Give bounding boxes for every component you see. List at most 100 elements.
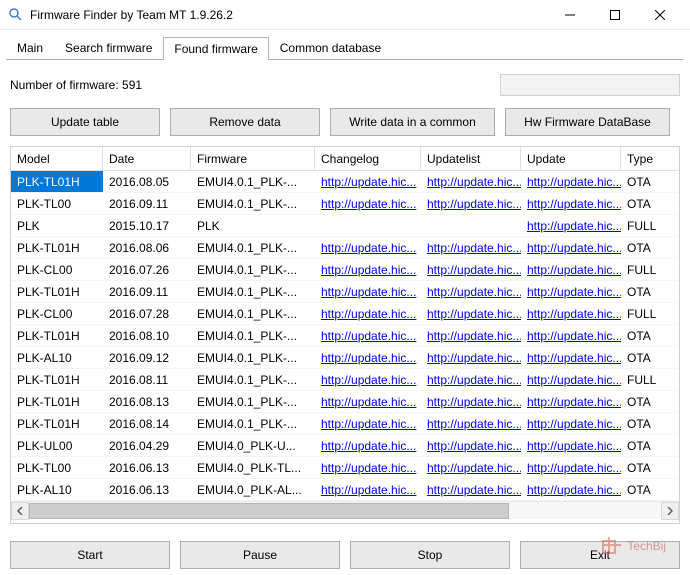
cell-update[interactable]: http://update.hic... <box>521 259 621 280</box>
scroll-right-arrow[interactable] <box>661 502 679 520</box>
minimize-button[interactable] <box>547 0 592 30</box>
cell-update-link[interactable]: http://update.hic... <box>527 241 621 255</box>
cell-updatelist[interactable]: http://update.hic... <box>421 303 521 324</box>
cell-update-link[interactable]: http://update.hic... <box>527 197 621 211</box>
cell-update[interactable]: http://update.hic... <box>521 171 621 192</box>
cell-changelog[interactable] <box>315 215 421 236</box>
table-row[interactable]: PLK-UL002016.04.29EMUI4.0_PLK-U...http:/… <box>11 435 679 457</box>
scroll-left-arrow[interactable] <box>11 502 29 520</box>
col-header-date[interactable]: Date <box>103 147 191 170</box>
cell-changelog[interactable]: http://update.hic... <box>315 171 421 192</box>
cell-updatelist[interactable]: http://update.hic... <box>421 325 521 346</box>
start-button[interactable]: Start <box>10 541 170 569</box>
cell-changelog[interactable]: http://update.hic... <box>315 413 421 434</box>
cell-update[interactable]: http://update.hic... <box>521 391 621 412</box>
tab-common-database[interactable]: Common database <box>269 36 392 59</box>
cell-update[interactable]: http://update.hic... <box>521 347 621 368</box>
table-row[interactable]: PLK-TL01H2016.08.11EMUI4.0.1_PLK-...http… <box>11 369 679 391</box>
cell-changelog-link[interactable]: http://update.hic... <box>321 417 416 431</box>
col-header-model[interactable]: Model <box>11 147 103 170</box>
cell-changelog-link[interactable]: http://update.hic... <box>321 241 416 255</box>
cell-updatelist[interactable]: http://update.hic... <box>421 237 521 258</box>
update-table-button[interactable]: Update table <box>10 108 160 136</box>
cell-update-link[interactable]: http://update.hic... <box>527 219 621 233</box>
cell-updatelist[interactable] <box>421 215 521 236</box>
cell-changelog-link[interactable]: http://update.hic... <box>321 439 416 453</box>
cell-updatelist-link[interactable]: http://update.hic... <box>427 373 521 387</box>
cell-updatelist[interactable]: http://update.hic... <box>421 171 521 192</box>
tab-search-firmware[interactable]: Search firmware <box>54 36 163 59</box>
cell-updatelist-link[interactable]: http://update.hic... <box>427 461 521 475</box>
cell-changelog-link[interactable]: http://update.hic... <box>321 285 416 299</box>
cell-updatelist-link[interactable]: http://update.hic... <box>427 307 521 321</box>
cell-changelog-link[interactable]: http://update.hic... <box>321 373 416 387</box>
table-row[interactable]: PLK-AL102016.06.13EMUI4.0_PLK-AL...http:… <box>11 479 679 501</box>
cell-changelog[interactable]: http://update.hic... <box>315 391 421 412</box>
cell-update[interactable]: http://update.hic... <box>521 193 621 214</box>
stop-button[interactable]: Stop <box>350 541 510 569</box>
cell-updatelist-link[interactable]: http://update.hic... <box>427 483 521 497</box>
table-row[interactable]: PLK-TL01H2016.08.06EMUI4.0.1_PLK-...http… <box>11 237 679 259</box>
tab-found-firmware[interactable]: Found firmware <box>163 37 268 60</box>
cell-updatelist-link[interactable]: http://update.hic... <box>427 197 521 211</box>
write-common-button[interactable]: Write data in a common <box>330 108 495 136</box>
table-row[interactable]: PLK-TL01H2016.08.13EMUI4.0.1_PLK-...http… <box>11 391 679 413</box>
col-header-update[interactable]: Update <box>521 147 621 170</box>
cell-updatelist-link[interactable]: http://update.hic... <box>427 175 521 189</box>
cell-update-link[interactable]: http://update.hic... <box>527 263 621 277</box>
table-row[interactable]: PLK-AL102016.09.12EMUI4.0.1_PLK-...http:… <box>11 347 679 369</box>
cell-updatelist-link[interactable]: http://update.hic... <box>427 329 521 343</box>
cell-update[interactable]: http://update.hic... <box>521 281 621 302</box>
cell-update[interactable]: http://update.hic... <box>521 369 621 390</box>
cell-update-link[interactable]: http://update.hic... <box>527 175 621 189</box>
hw-firmware-db-button[interactable]: Hw Firmware DataBase <box>505 108 670 136</box>
cell-updatelist-link[interactable]: http://update.hic... <box>427 439 521 453</box>
table-row[interactable]: PLK-TL01H2016.08.05EMUI4.0.1_PLK-...http… <box>11 171 679 193</box>
cell-changelog[interactable]: http://update.hic... <box>315 281 421 302</box>
cell-update[interactable]: http://update.hic... <box>521 413 621 434</box>
cell-changelog-link[interactable]: http://update.hic... <box>321 307 416 321</box>
cell-update-link[interactable]: http://update.hic... <box>527 461 621 475</box>
col-header-updatelist[interactable]: Updatelist <box>421 147 521 170</box>
cell-changelog[interactable]: http://update.hic... <box>315 479 421 500</box>
cell-update[interactable]: http://update.hic... <box>521 325 621 346</box>
cell-changelog[interactable]: http://update.hic... <box>315 347 421 368</box>
cell-changelog[interactable]: http://update.hic... <box>315 325 421 346</box>
cell-updatelist-link[interactable]: http://update.hic... <box>427 285 521 299</box>
col-header-firmware[interactable]: Firmware <box>191 147 315 170</box>
cell-changelog-link[interactable]: http://update.hic... <box>321 461 416 475</box>
cell-updatelist[interactable]: http://update.hic... <box>421 413 521 434</box>
cell-updatelist[interactable]: http://update.hic... <box>421 391 521 412</box>
cell-changelog[interactable]: http://update.hic... <box>315 369 421 390</box>
table-row[interactable]: PLK-TL002016.09.11EMUI4.0.1_PLK-...http:… <box>11 193 679 215</box>
cell-updatelist[interactable]: http://update.hic... <box>421 193 521 214</box>
close-button[interactable] <box>637 0 682 30</box>
cell-update-link[interactable]: http://update.hic... <box>527 439 621 453</box>
cell-updatelist-link[interactable]: http://update.hic... <box>427 351 521 365</box>
cell-updatelist-link[interactable]: http://update.hic... <box>427 241 521 255</box>
cell-update-link[interactable]: http://update.hic... <box>527 373 621 387</box>
cell-update-link[interactable]: http://update.hic... <box>527 285 621 299</box>
cell-changelog-link[interactable]: http://update.hic... <box>321 175 416 189</box>
cell-update-link[interactable]: http://update.hic... <box>527 417 621 431</box>
pause-button[interactable]: Pause <box>180 541 340 569</box>
cell-changelog-link[interactable]: http://update.hic... <box>321 483 416 497</box>
cell-update-link[interactable]: http://update.hic... <box>527 351 621 365</box>
cell-update[interactable]: http://update.hic... <box>521 303 621 324</box>
table-row[interactable]: PLK2015.10.17PLKhttp://update.hic...FULL <box>11 215 679 237</box>
exit-button[interactable]: Exit <box>520 541 680 569</box>
cell-update[interactable]: http://update.hic... <box>521 457 621 478</box>
table-row[interactable]: PLK-TL002016.06.13EMUI4.0_PLK-TL...http:… <box>11 457 679 479</box>
cell-updatelist[interactable]: http://update.hic... <box>421 479 521 500</box>
cell-changelog[interactable]: http://update.hic... <box>315 435 421 456</box>
cell-updatelist[interactable]: http://update.hic... <box>421 435 521 456</box>
cell-updatelist[interactable]: http://update.hic... <box>421 457 521 478</box>
cell-updatelist[interactable]: http://update.hic... <box>421 259 521 280</box>
cell-update[interactable]: http://update.hic... <box>521 479 621 500</box>
cell-changelog[interactable]: http://update.hic... <box>315 303 421 324</box>
cell-changelog[interactable]: http://update.hic... <box>315 457 421 478</box>
cell-updatelist-link[interactable]: http://update.hic... <box>427 263 521 277</box>
remove-data-button[interactable]: Remove data <box>170 108 320 136</box>
table-row[interactable]: PLK-TL01H2016.08.10EMUI4.0.1_PLK-...http… <box>11 325 679 347</box>
cell-changelog[interactable]: http://update.hic... <box>315 193 421 214</box>
